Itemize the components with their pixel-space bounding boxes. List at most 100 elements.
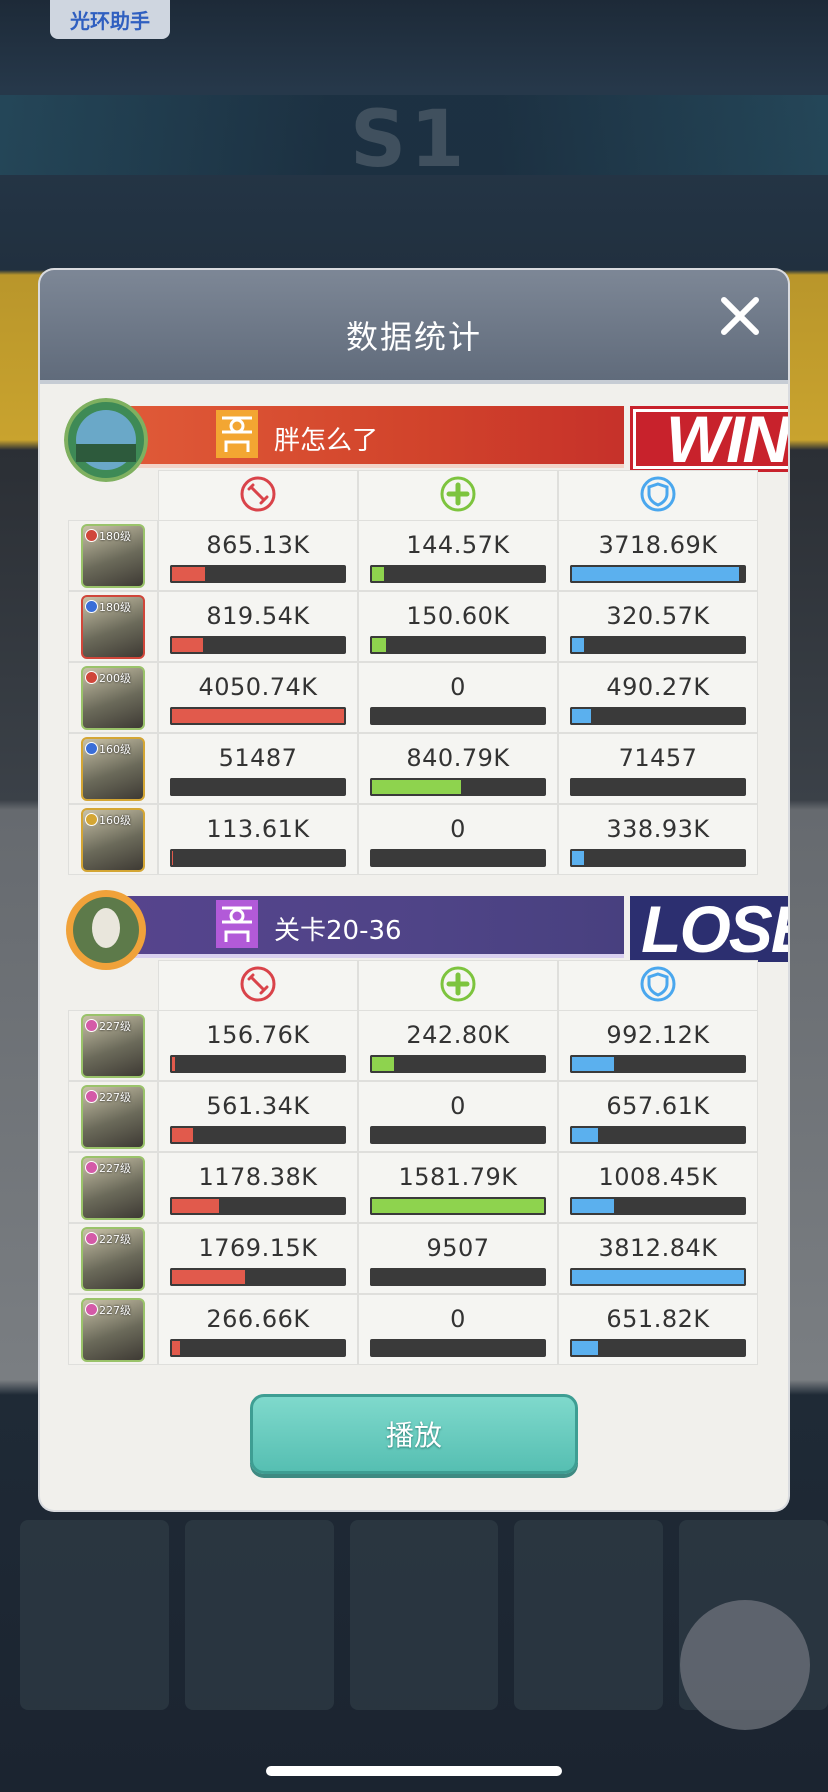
stat-header-heal (358, 960, 558, 1010)
heal-value: 0 (450, 815, 466, 843)
heal-value: 0 (450, 1305, 466, 1333)
modal-title: 数据统计 (345, 318, 482, 356)
hero-portrait[interactable]: 227级 (81, 1155, 145, 1220)
heal-bar (370, 1126, 546, 1144)
damage-bar-fill (170, 1055, 178, 1073)
defense-bar (570, 1197, 746, 1215)
damage-bar-fill (170, 636, 206, 654)
heal-bar (370, 1055, 546, 1073)
damage-bar (170, 565, 346, 583)
hero-portrait[interactable]: 160级 (81, 807, 145, 872)
stat-cell-heal: 0 (358, 663, 558, 733)
damage-bar-fill (170, 849, 176, 867)
stat-cell-defense: 992.12K (558, 1011, 758, 1081)
heal-value: 150.60K (406, 602, 510, 630)
damage-value: 1769.15K (198, 1234, 318, 1262)
hero-stats-row: 227级 561.34K 0 657.61K (68, 1081, 758, 1152)
hero-portrait[interactable]: 227级 (81, 1013, 145, 1078)
defense-bar (570, 1339, 746, 1357)
stat-header-damage (158, 470, 358, 520)
stat-cell-damage: 865.13K (158, 521, 358, 591)
hero-portrait[interactable]: 180级 (81, 523, 145, 588)
heal-value: 242.80K (406, 1021, 510, 1049)
heal-bar-fill (370, 778, 464, 796)
team2-stats-grid: 227级 156.76K 242.80K 992.12K 227级 561.34K 0 657… (68, 960, 758, 1365)
heal-value: 9507 (426, 1234, 490, 1262)
defense-value: 338.93K (606, 815, 710, 843)
hero-portrait[interactable]: 227级 (81, 1084, 145, 1149)
heal-value: 0 (450, 673, 466, 701)
faction-icon (85, 1161, 98, 1174)
defense-bar-fill (570, 1197, 616, 1215)
defense-bar (570, 1055, 746, 1073)
defense-bar-fill (570, 1126, 600, 1144)
helper-tab[interactable]: 光环助手 (50, 0, 170, 39)
stat-header-heal (358, 470, 558, 520)
defense-bar (570, 1268, 746, 1286)
hero-level: 160级 (99, 742, 131, 756)
faction-icon (85, 1232, 98, 1245)
heal-bar-fill (370, 636, 388, 654)
background-round-button (680, 1600, 810, 1730)
heal-icon (439, 965, 477, 1007)
stat-cell-defense: 657.61K (558, 1082, 758, 1152)
team1-name: 胖怎么了 (274, 426, 379, 456)
heal-bar-fill (370, 1197, 546, 1215)
faction-icon (85, 671, 98, 684)
heal-value: 144.57K (406, 531, 510, 559)
play-button[interactable]: 播放 (250, 1394, 578, 1474)
defense-bar-fill (570, 1339, 600, 1357)
stat-cell-damage: 4050.74K (158, 663, 358, 733)
damage-bar (170, 1268, 346, 1286)
damage-bar-fill (170, 778, 174, 796)
hero-portrait[interactable]: 227级 (81, 1226, 145, 1291)
stat-cell-heal: 1581.79K (358, 1153, 558, 1223)
stat-cell-heal: 0 (358, 1082, 558, 1152)
hero-portrait[interactable]: 227级 (81, 1297, 145, 1362)
hero-stats-row: 160级 51487 840.79K 71457 (68, 733, 758, 804)
damage-bar (170, 1055, 346, 1073)
home-indicator (266, 1766, 562, 1776)
stat-cell-defense: 3718.69K (558, 521, 758, 591)
defense-icon (639, 965, 677, 1007)
damage-bar-fill (170, 1268, 248, 1286)
close-button[interactable] (714, 290, 766, 342)
defense-bar (570, 778, 746, 796)
defense-bar-fill (570, 636, 586, 654)
team1-name-bar: 胖怎么了 (124, 406, 624, 468)
hero-level: 227级 (99, 1303, 131, 1317)
stat-cell-damage: 1769.15K (158, 1224, 358, 1294)
team-flag-icon (216, 900, 258, 948)
damage-bar (170, 1126, 346, 1144)
heal-value: 0 (450, 1092, 466, 1120)
team1-banner: 胖怎么了 WIN (64, 398, 788, 482)
heal-bar (370, 636, 546, 654)
damage-bar (170, 707, 346, 725)
faction-icon (85, 1019, 98, 1032)
stat-cell-heal: 840.79K (358, 734, 558, 804)
defense-bar-fill (570, 1268, 746, 1286)
stat-cell-defense: 3812.84K (558, 1224, 758, 1294)
hero-portrait[interactable]: 160级 (81, 736, 145, 801)
defense-bar-fill (570, 565, 741, 583)
stat-cell-defense: 71457 (558, 734, 758, 804)
stat-header-defense (558, 960, 758, 1010)
hero-portrait[interactable]: 180级 (81, 594, 145, 659)
stat-cell-damage: 1178.38K (158, 1153, 358, 1223)
stat-cell-heal: 0 (358, 805, 558, 875)
defense-value: 71457 (618, 744, 698, 772)
hero-stats-row: 180级 819.54K 150.60K 320.57K (68, 591, 758, 662)
faction-icon (85, 600, 98, 613)
defense-value: 3718.69K (598, 531, 718, 559)
faction-icon (85, 1090, 98, 1103)
hero-portrait[interactable]: 200级 (81, 665, 145, 730)
damage-value: 51487 (218, 744, 298, 772)
faction-icon (85, 1303, 98, 1316)
stat-header-defense (558, 470, 758, 520)
stat-cell-heal: 150.60K (358, 592, 558, 662)
stat-header-damage (158, 960, 358, 1010)
defense-value: 320.57K (606, 602, 710, 630)
damage-bar (170, 849, 346, 867)
heal-value: 840.79K (406, 744, 510, 772)
damage-value: 819.54K (206, 602, 310, 630)
